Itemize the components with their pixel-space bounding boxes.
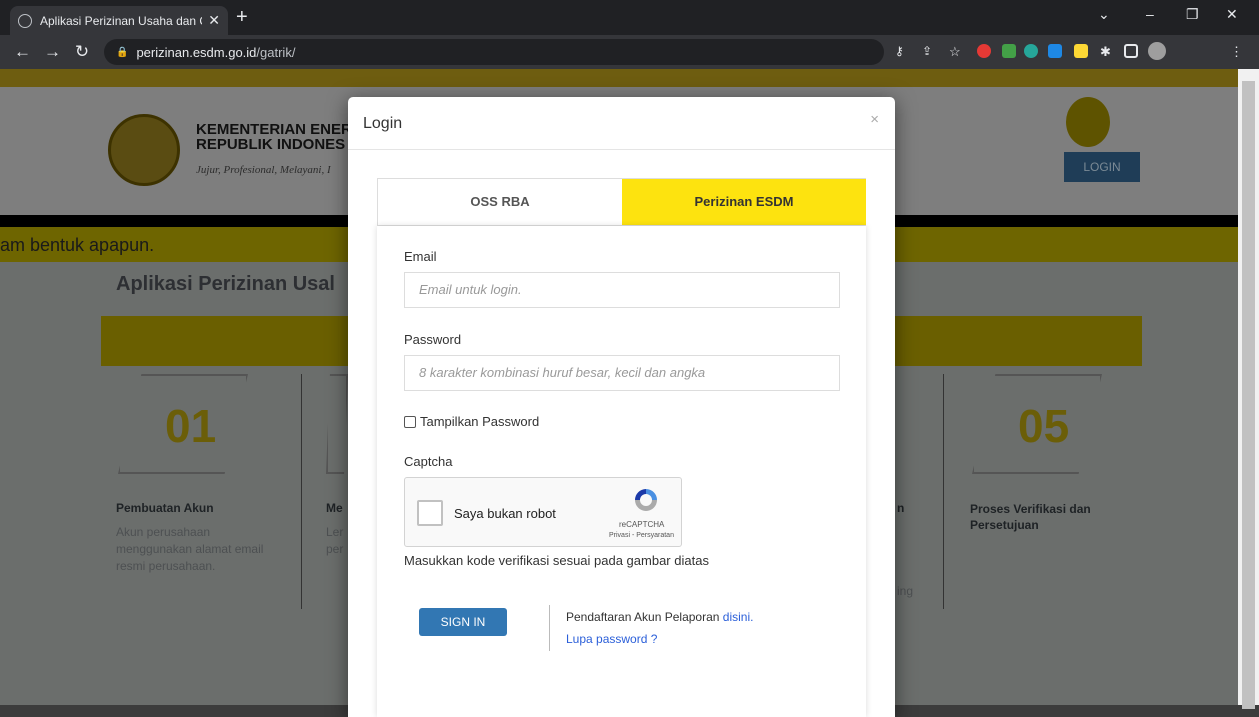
extension-pen-icon[interactable] [1002,44,1016,58]
scrollbar-thumb[interactable] [1242,81,1255,709]
ministry-logo [108,114,180,186]
recaptcha-terms-link[interactable]: Privasi - Persyaratan [609,532,674,539]
captcha-label: Captcha [404,454,453,469]
extension-translate-icon[interactable] [1048,44,1062,58]
close-tab-icon[interactable]: ✕ [208,12,220,29]
show-password-label: Tampilkan Password [420,414,540,429]
address-bar[interactable]: 🔒 perizinan.esdm.go.id/gatrik/ [104,39,884,65]
app-title: Aplikasi Perizinan Usal [116,273,335,295]
tab-search-icon[interactable]: ⌄ [1098,6,1110,23]
url-path: /gatrik/ [256,44,296,60]
step-divider [943,374,944,609]
step4-desc: ing [897,584,914,598]
globe-icon [18,13,32,28]
password-field[interactable]: 8 karakter kombinasi huruf besar, kecil … [404,355,840,391]
browser-toolbar: ← → ↻ 🔒 perizinan.esdm.go.id/gatrik/ [0,35,1259,69]
browser-tab[interactable]: Aplikasi Perizinan Usaha dan Ope ✕ [10,6,228,35]
step1-desc: Akun perusahaan menggunakan alamat email… [116,525,264,573]
sign-in-button[interactable]: SIGN IN [419,608,507,636]
org-name: KEMENTERIAN ENER REPUBLIK INDONES [196,121,352,153]
captcha-hint: Masukkan kode verifikasi sesuai pada gam… [404,553,709,568]
password-label: Password [404,332,462,347]
org-motto: Jujur, Profesional, Melayani, I [196,164,331,176]
back-icon[interactable]: ← [14,42,31,62]
login-modal: Login × OSS RBA Perizinan ESDM Email Ema… [348,97,895,717]
lock-icon: 🔒 [116,46,129,58]
divider [549,605,550,651]
key-icon[interactable]: ⚷ [895,44,909,58]
login-form: Email Email untuk login. Password 8 kara… [377,226,866,717]
browser-tab-strip: Aplikasi Perizinan Usaha dan Ope ✕ + ⌄ –… [0,0,1259,35]
tab-title: Aplikasi Perizinan Usaha dan Ope [40,13,202,28]
step5-title: Proses Verifikasi dan Persetujuan [970,502,1091,532]
recaptcha-checkbox[interactable] [417,500,443,526]
profile-avatar[interactable] [1148,42,1166,60]
email-label: Email [404,249,437,264]
modal-title: Login [363,115,403,132]
step1-number: 01 [165,400,217,452]
close-window-icon[interactable]: ✕ [1226,6,1238,23]
step4-title: n [897,501,905,515]
show-password-checkbox[interactable]: Tampilkan Password [404,414,539,429]
modal-header: Login × [348,97,895,150]
recaptcha-icon [635,489,657,511]
recaptcha-widget: Saya bukan robot reCAPTCHA Privasi - Per… [404,477,682,547]
close-icon[interactable]: × [870,111,879,128]
step5-number: 05 [1018,400,1070,452]
tab-perizinan-esdm[interactable]: Perizinan ESDM [622,179,866,225]
step-divider [301,374,302,609]
restore-icon[interactable]: ❐ [1186,6,1199,23]
recaptcha-brand: reCAPTCHA [619,520,665,529]
extension-red-icon[interactable] [977,44,991,58]
step1-title: Pembuatan Akun [116,501,214,515]
bookmark-star-icon[interactable]: ☆ [949,44,963,59]
checkbox-box[interactable] [404,415,416,428]
side-panel-icon[interactable] [1124,44,1138,58]
login-tabs: OSS RBA Perizinan ESDM [377,178,866,226]
menu-kebab-icon[interactable]: ⋮ [1230,44,1244,59]
step2-desc: Ler per [326,525,344,556]
reload-icon[interactable]: ↻ [74,42,90,62]
extension-m-icon[interactable] [1024,44,1038,58]
register-text: Pendaftaran Akun Pelaporan disini. [566,610,754,624]
top-strip [0,69,1238,87]
header-login-button[interactable]: LOGIN [1064,152,1140,182]
extension-yellow-icon[interactable] [1074,44,1088,58]
forward-icon[interactable]: → [44,42,61,62]
minimize-icon[interactable]: – [1146,6,1154,22]
forgot-password-link[interactable]: Lupa password ? [566,632,657,646]
esdm-logo [1066,97,1110,147]
url-host: perizinan.esdm.go.id [136,44,257,60]
new-tab-icon[interactable]: + [236,6,248,29]
page-scrollbar[interactable] [1238,69,1259,709]
register-link[interactable]: disini. [723,610,754,624]
tab-oss-rba[interactable]: OSS RBA [378,179,622,225]
recaptcha-text: Saya bukan robot [454,506,556,521]
step2-title: Me [326,501,343,515]
email-field[interactable]: Email untuk login. [404,272,840,308]
extensions-puzzle-icon[interactable]: ✱ [1100,44,1114,59]
share-icon[interactable]: ⇪ [922,44,936,58]
